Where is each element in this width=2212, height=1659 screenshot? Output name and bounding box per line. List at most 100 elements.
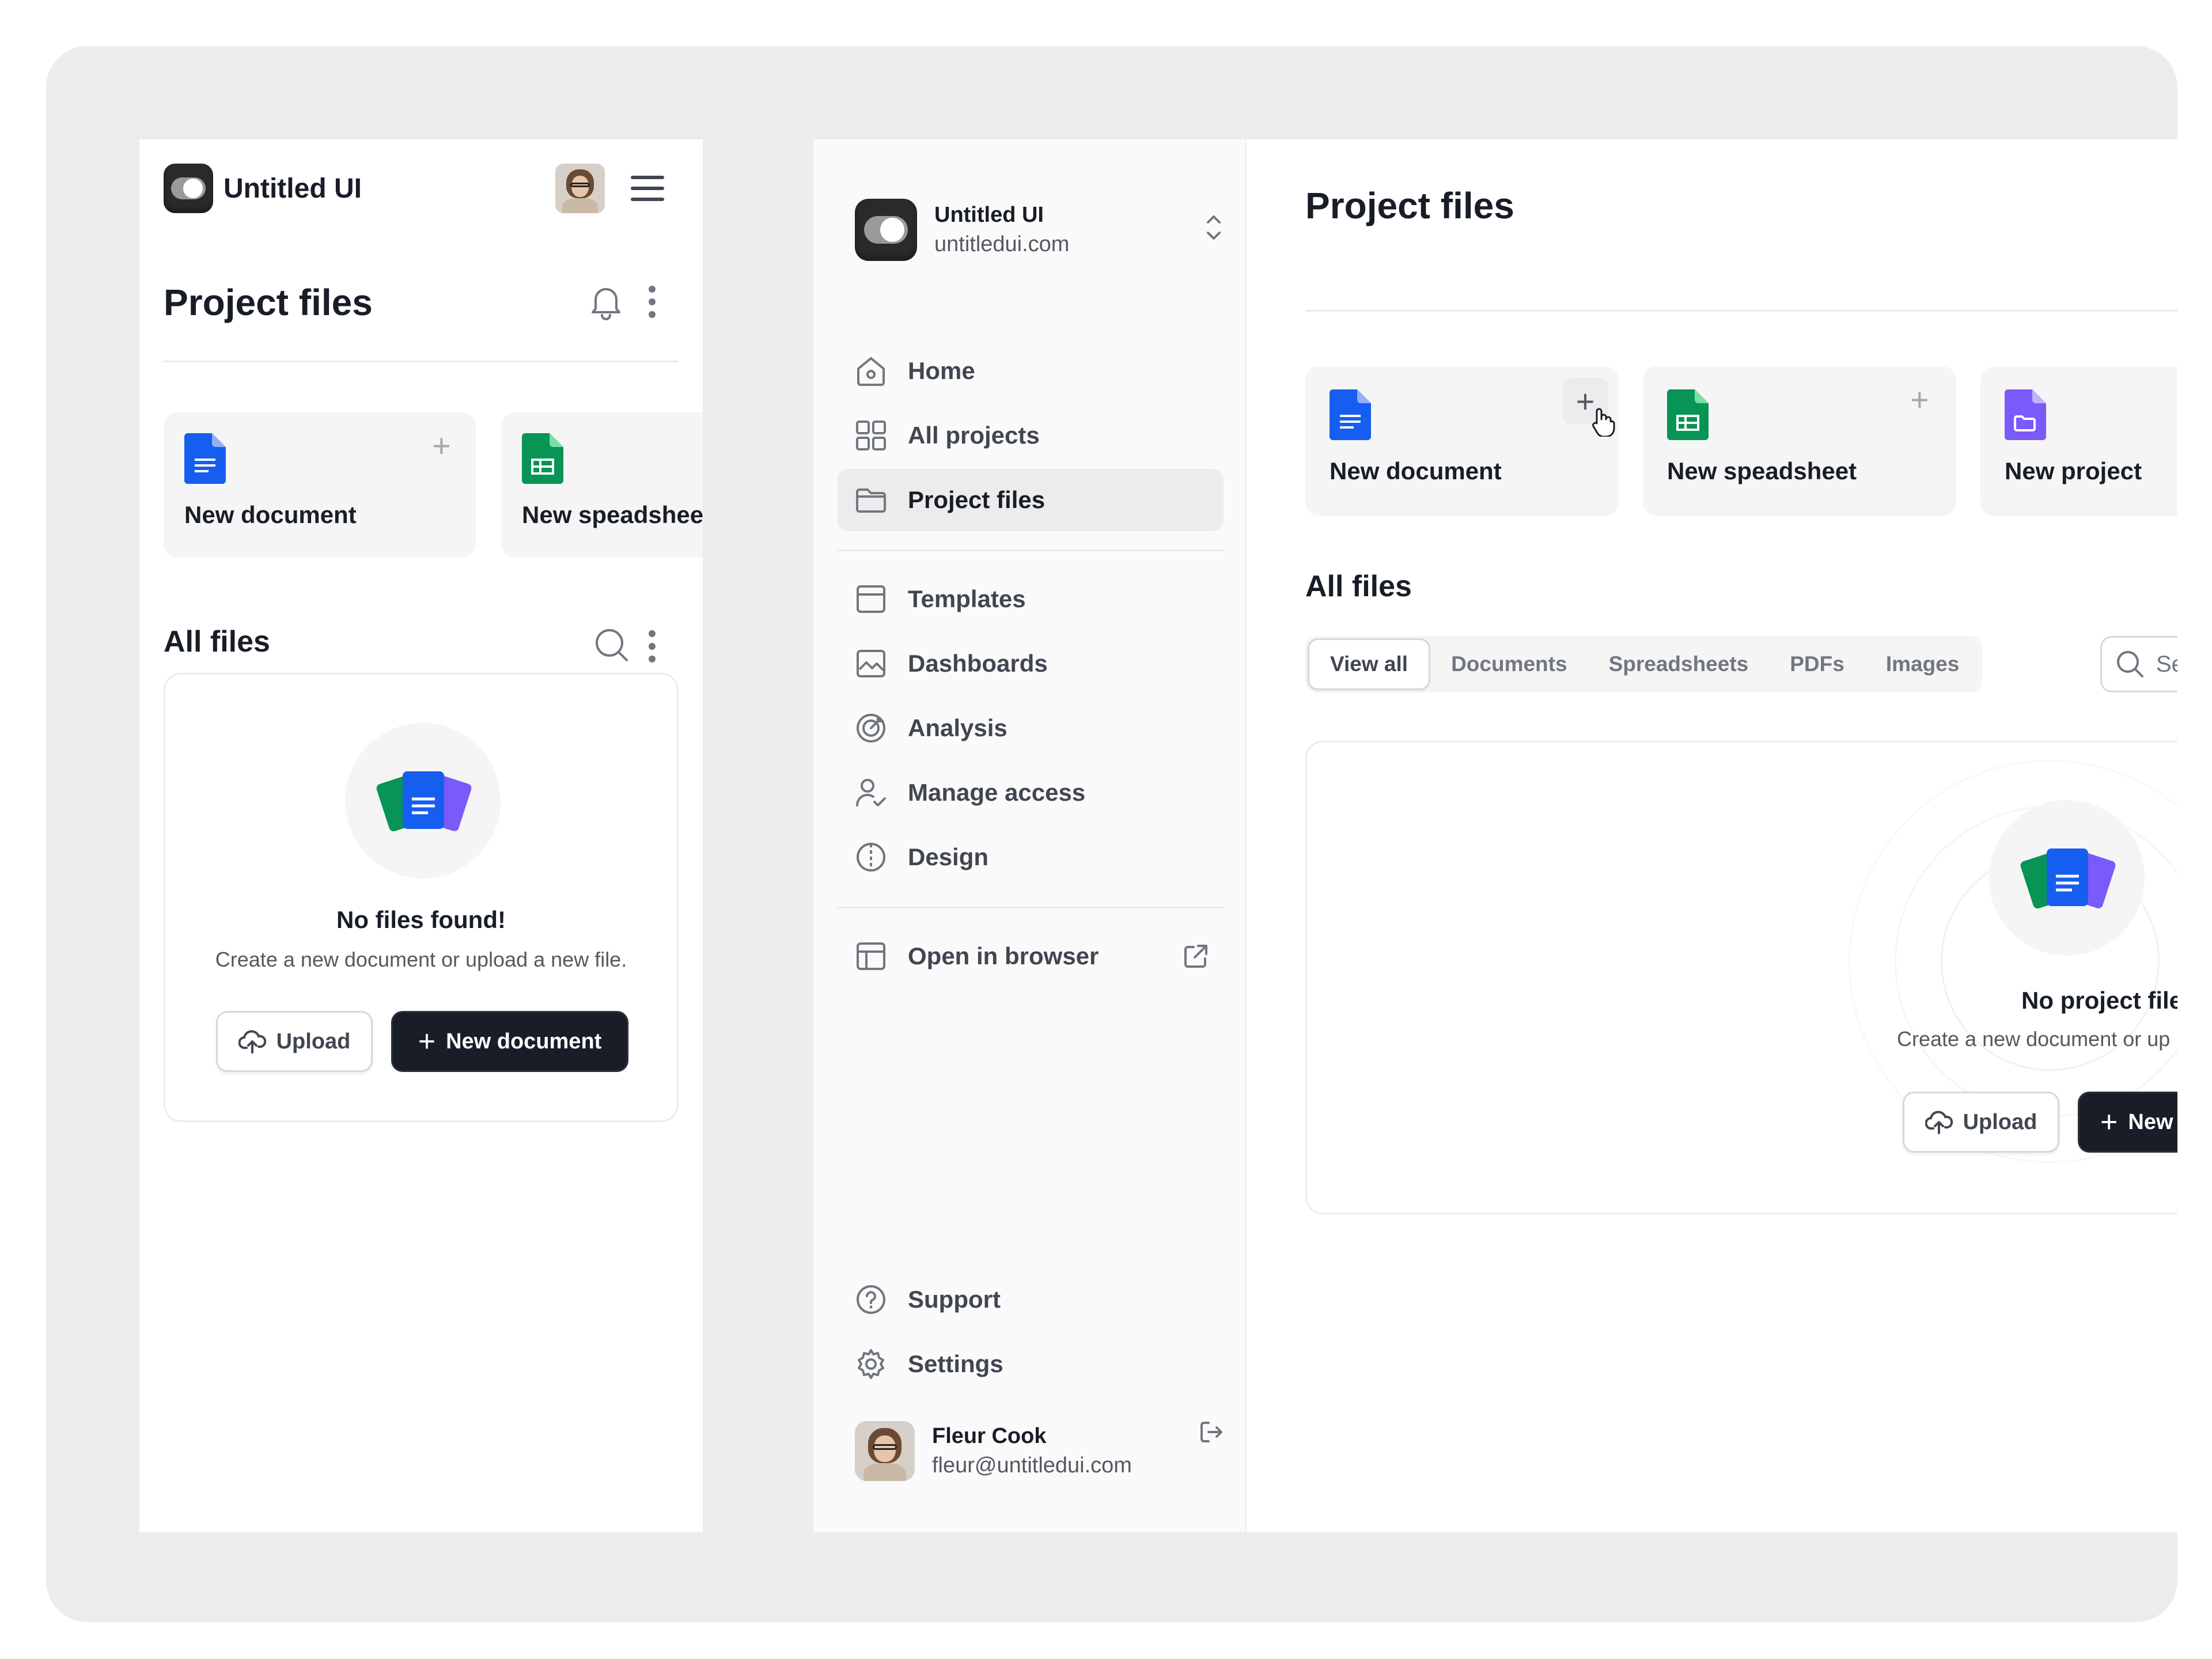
nav-item-dashboards[interactable]: Dashboards <box>838 632 1224 695</box>
page-title: Project files <box>1305 185 1514 226</box>
empty-description: Create a new document or up <box>1897 1027 2171 1051</box>
plus-icon[interactable]: + <box>1910 384 1929 416</box>
tab-spreadsheets[interactable]: Spreadsheets <box>1588 638 1770 690</box>
plus-icon: + <box>418 1025 436 1058</box>
empty-state-card: No files found! Create a new document or… <box>164 673 679 1122</box>
more-vertical-icon[interactable] <box>647 629 657 664</box>
gear-icon <box>858 1349 884 1379</box>
quick-action-new-project[interactable]: New project <box>1980 366 2177 516</box>
files-stack-icon <box>2020 849 2116 909</box>
workspace-domain: untitledui.com <box>934 232 1070 256</box>
layout-icon <box>857 585 885 613</box>
logout-icon[interactable] <box>1198 1419 1224 1445</box>
upload-cloud-icon <box>238 1030 266 1054</box>
tab-pdfs[interactable]: PDFs <box>1769 638 1865 690</box>
grid-icon <box>856 421 886 450</box>
quick-action-new-spreadsheet[interactable]: + New speadsheet <box>1643 366 1956 516</box>
nav-label: Open in browser <box>908 942 1099 969</box>
browser-icon <box>857 942 885 970</box>
nav-label: Templates <box>908 585 1026 612</box>
page-title: Project files <box>164 282 373 323</box>
main-content: Project files + New document + New spead… <box>1247 139 2177 1532</box>
quick-action-new-spreadsheet[interactable]: New speadsheet <box>501 412 703 558</box>
nav-item-project-files[interactable]: Project files <box>838 469 1224 531</box>
quick-action-label: New speadsheet <box>522 501 703 528</box>
empty-state-card: No project file Create a new document or… <box>1305 741 2177 1214</box>
external-link-icon <box>1184 945 1207 968</box>
tab-documents[interactable]: Documents <box>1430 638 1588 690</box>
new-document-label: New document <box>446 1029 602 1054</box>
nav-item-open-in-browser[interactable]: Open in browser <box>838 925 1224 987</box>
mobile-view: Untitled UI Project files + New document… <box>139 139 703 1532</box>
nav-item-analysis[interactable]: Analysis <box>838 697 1224 759</box>
users-check-icon <box>856 779 886 806</box>
files-stack-icon <box>376 771 472 832</box>
all-files-title: All files <box>1305 570 1412 603</box>
nav-label: Design <box>908 843 989 870</box>
quick-action-new-document[interactable]: + New document <box>1305 366 1619 516</box>
new-document-button[interactable]: + New <box>2078 1092 2177 1153</box>
nav-label: Dashboards <box>908 650 1048 677</box>
spreadsheet-icon <box>522 433 563 484</box>
upload-label: Upload <box>276 1029 351 1054</box>
bell-icon[interactable] <box>589 283 623 320</box>
nav-item-settings[interactable]: Settings <box>838 1333 1224 1395</box>
upload-button[interactable]: Upload <box>216 1011 373 1072</box>
search-placeholder: Se <box>2156 651 2177 677</box>
nav-item-home[interactable]: Home <box>838 340 1224 402</box>
nav-label: Settings <box>908 1350 1003 1377</box>
upload-cloud-icon <box>1925 1111 1953 1134</box>
quick-action-new-document[interactable]: + New document <box>164 412 476 558</box>
user-email: fleur@untitledui.com <box>932 1453 1132 1478</box>
quick-action-label: New document <box>1330 457 1502 484</box>
empty-illustration <box>345 723 501 878</box>
file-filter-tabs: View all Documents Spreadsheets PDFs Ima… <box>1305 636 1983 692</box>
nav-divider <box>838 907 1224 908</box>
document-icon <box>184 433 226 484</box>
mobile-brand[interactable]: Untitled UI <box>164 164 362 213</box>
nav-divider <box>838 550 1224 551</box>
more-vertical-icon[interactable] <box>647 285 657 319</box>
folder-icon <box>856 488 886 513</box>
new-document-button[interactable]: + New document <box>391 1011 628 1072</box>
sidebar: Untitled UI untitledui.com Home All proj… <box>813 139 1247 1532</box>
nav-label: All projects <box>908 422 1040 449</box>
quick-action-label: New document <box>184 501 357 528</box>
search-icon <box>2117 651 2143 677</box>
nav-label: Manage access <box>908 779 1086 806</box>
search-icon[interactable] <box>594 628 629 662</box>
menu-icon[interactable] <box>630 175 665 202</box>
avatar <box>855 1421 915 1481</box>
header-divider <box>164 361 679 362</box>
header-divider <box>1305 310 2177 312</box>
new-document-label: New <box>2128 1109 2173 1134</box>
nav-item-design[interactable]: Design <box>838 826 1224 888</box>
avatar[interactable] <box>555 164 605 213</box>
workspace-switcher[interactable]: Untitled UI untitledui.com <box>855 198 1224 262</box>
brand-name: Untitled UI <box>224 173 362 204</box>
nav-item-support[interactable]: Support <box>838 1268 1224 1331</box>
contrast-icon <box>857 843 885 872</box>
mockup-frame: Untitled UI Project files + New document… <box>46 46 2177 1622</box>
chart-icon <box>857 650 885 677</box>
help-circle-icon <box>857 1285 885 1314</box>
user-name: Fleur Cook <box>932 1424 1047 1448</box>
document-icon <box>1330 389 1371 440</box>
quick-action-label: New project <box>2005 457 2142 484</box>
nav-label: Analysis <box>908 714 1007 741</box>
nav-label: Project files <box>908 486 1046 513</box>
search-input[interactable]: Se <box>2100 636 2177 692</box>
user-profile[interactable]: Fleur Cook fleur@untitledui.com <box>855 1419 1224 1483</box>
empty-title: No project file <box>2021 987 2177 1014</box>
nav-item-all-projects[interactable]: All projects <box>838 404 1224 467</box>
logo-icon <box>164 164 213 213</box>
plus-icon[interactable]: + <box>432 430 451 462</box>
nav-item-manage-access[interactable]: Manage access <box>838 762 1224 824</box>
tab-view-all[interactable]: View all <box>1308 638 1431 690</box>
nav-label: Home <box>908 357 975 384</box>
desktop-view: Untitled UI untitledui.com Home All proj… <box>813 139 2177 1532</box>
all-files-title: All files <box>164 625 270 658</box>
upload-button[interactable]: Upload <box>1903 1092 2059 1153</box>
tab-images[interactable]: Images <box>1865 638 1980 690</box>
nav-item-templates[interactable]: Templates <box>838 568 1224 630</box>
